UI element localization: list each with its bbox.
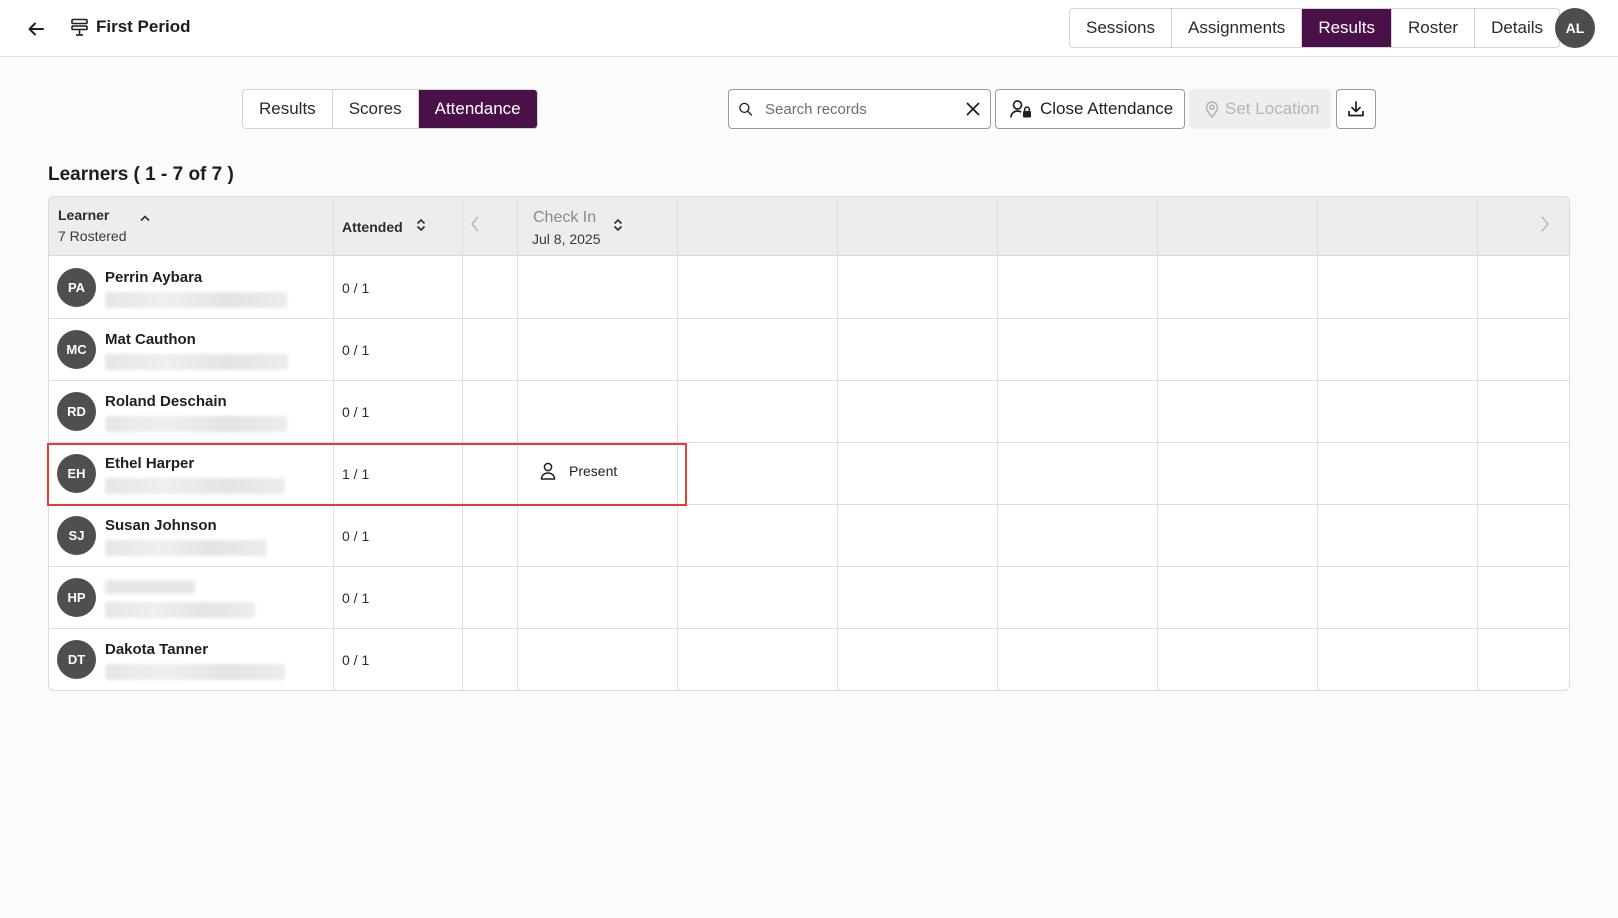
person-icon bbox=[540, 462, 556, 480]
sort-icon[interactable] bbox=[416, 218, 426, 232]
learner-name[interactable]: Ethel Harper bbox=[105, 455, 194, 472]
redacted-text bbox=[105, 416, 287, 432]
attended-value: 0 / 1 bbox=[342, 342, 370, 358]
avatar: EH bbox=[57, 454, 96, 493]
tab-sessions[interactable]: Sessions bbox=[1070, 9, 1172, 47]
table-row: EH Ethel Harper 1 / 1 Present bbox=[49, 442, 1569, 504]
table-row: HP 0 / 1 bbox=[49, 566, 1569, 628]
table-row: PA Perrin Aybara 0 / 1 bbox=[49, 256, 1569, 318]
attended-value: 0 / 1 bbox=[342, 404, 370, 420]
table-row: SJ Susan Johnson 0 / 1 bbox=[49, 504, 1569, 566]
checkin-cell[interactable]: Present bbox=[540, 462, 617, 480]
learner-name[interactable]: Dakota Tanner bbox=[105, 641, 208, 658]
clear-search-button[interactable] bbox=[964, 97, 982, 121]
set-location-button[interactable]: Set Location bbox=[1189, 89, 1331, 129]
redacted-text bbox=[105, 292, 287, 308]
learner-name[interactable]: Susan Johnson bbox=[105, 517, 217, 534]
attended-value: 1 / 1 bbox=[342, 466, 370, 482]
checkin-date: Jul 8, 2025 bbox=[532, 231, 601, 247]
class-icon bbox=[71, 18, 88, 36]
redacted-text bbox=[105, 602, 255, 618]
attendance-table: Learner 7 Rostered Attended Check In Jul… bbox=[48, 196, 1570, 691]
redacted-text bbox=[105, 540, 267, 556]
top-bar: First Period Sessions Assignments Result… bbox=[0, 0, 1618, 57]
tab-roster[interactable]: Roster bbox=[1392, 9, 1476, 47]
avatar: DT bbox=[57, 640, 96, 679]
tab-assignments[interactable]: Assignments bbox=[1172, 9, 1303, 47]
avatar: HP bbox=[57, 578, 96, 617]
search-input[interactable] bbox=[765, 100, 964, 118]
checkin-status: Present bbox=[569, 463, 618, 479]
attended-value: 0 / 1 bbox=[342, 652, 370, 668]
avatar: RD bbox=[57, 392, 96, 431]
back-button[interactable] bbox=[22, 15, 50, 43]
table-row: RD Roland Deschain 0 / 1 bbox=[49, 380, 1569, 442]
sort-ascending-icon[interactable] bbox=[140, 214, 150, 222]
tab-results[interactable]: Results bbox=[1302, 9, 1392, 47]
rostered-count: 7 Rostered bbox=[58, 228, 127, 244]
sort-icon[interactable] bbox=[613, 218, 623, 232]
redacted-text bbox=[105, 354, 288, 370]
main-nav: Sessions Assignments Results Roster Deta… bbox=[1069, 8, 1561, 48]
search-icon bbox=[739, 102, 753, 116]
subtab-scores[interactable]: Scores bbox=[333, 90, 419, 128]
arrow-left-icon bbox=[28, 22, 44, 36]
table-row: DT Dakota Tanner 0 / 1 bbox=[49, 628, 1569, 690]
set-location-label: Set Location bbox=[1225, 99, 1320, 118]
checkin-column-header[interactable]: Check In bbox=[533, 209, 596, 227]
table-row: MC Mat Cauthon 0 / 1 bbox=[49, 318, 1569, 380]
subtab-attendance[interactable]: Attendance bbox=[418, 90, 537, 128]
chevron-left-icon[interactable] bbox=[469, 215, 481, 233]
search-box bbox=[728, 89, 991, 129]
close-icon bbox=[966, 102, 980, 116]
download-icon bbox=[1348, 101, 1364, 117]
redacted-name bbox=[105, 580, 195, 594]
attended-value: 0 / 1 bbox=[342, 280, 370, 296]
close-attendance-label: Close Attendance bbox=[1040, 99, 1174, 118]
learner-name[interactable]: Perrin Aybara bbox=[105, 269, 202, 286]
page-title: First Period bbox=[96, 17, 191, 36]
attended-value: 0 / 1 bbox=[342, 528, 370, 544]
learner-column-header[interactable]: Learner bbox=[58, 207, 109, 223]
tab-details[interactable]: Details bbox=[1475, 9, 1559, 47]
subtab-results[interactable]: Results bbox=[243, 90, 333, 128]
table-header: Learner 7 Rostered Attended Check In Jul… bbox=[49, 197, 1569, 256]
avatar: PA bbox=[57, 268, 96, 307]
attended-column-header[interactable]: Attended bbox=[342, 219, 403, 235]
learner-name[interactable]: Mat Cauthon bbox=[105, 331, 196, 348]
redacted-text bbox=[105, 664, 285, 680]
attended-value: 0 / 1 bbox=[342, 590, 370, 606]
user-lock-icon bbox=[1010, 100, 1031, 118]
location-pin-icon bbox=[1205, 101, 1219, 118]
sub-tabs: Results Scores Attendance bbox=[242, 89, 538, 129]
download-button[interactable] bbox=[1336, 89, 1376, 129]
avatar: SJ bbox=[57, 516, 96, 555]
chevron-right-icon[interactable] bbox=[1539, 215, 1551, 233]
learners-count-title: Learners ( 1 - 7 of 7 ) bbox=[48, 164, 234, 185]
redacted-text bbox=[105, 478, 285, 494]
user-avatar[interactable]: AL bbox=[1555, 8, 1595, 48]
avatar: MC bbox=[57, 330, 96, 369]
close-attendance-button[interactable]: Close Attendance bbox=[995, 89, 1185, 129]
learner-name[interactable]: Roland Deschain bbox=[105, 393, 227, 410]
